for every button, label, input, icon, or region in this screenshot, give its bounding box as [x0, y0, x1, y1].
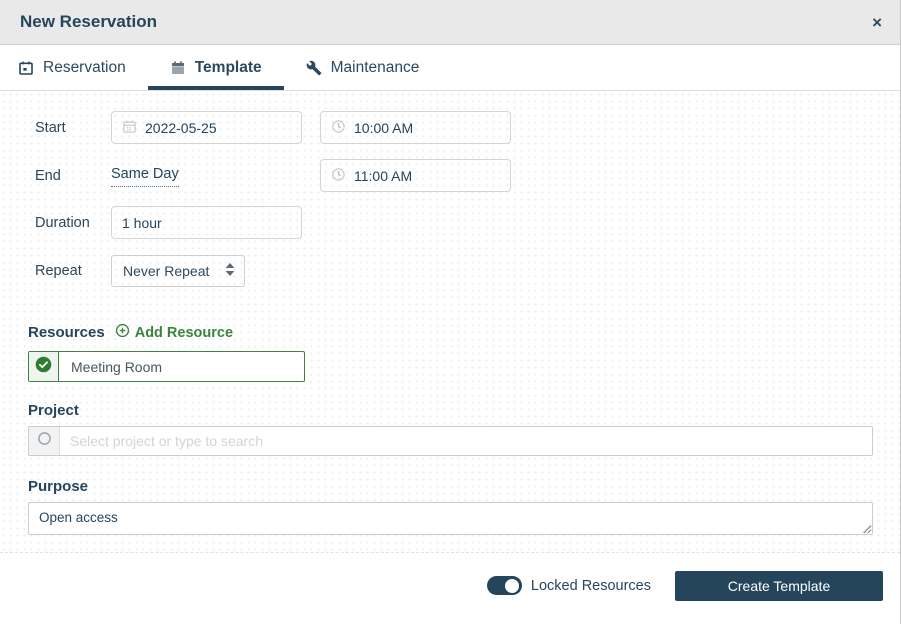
same-day-link[interactable]: Same Day — [111, 164, 179, 187]
resource-item[interactable]: Meeting Room — [28, 351, 305, 382]
add-resource-button[interactable]: Add Resource — [115, 323, 233, 342]
tab-bar: Reservation Template Maintenance — [0, 45, 900, 91]
wrench-icon — [306, 60, 322, 76]
modal-body: Start — [0, 91, 900, 552]
calendar-filled-icon — [170, 60, 186, 76]
end-label: End — [35, 168, 111, 184]
start-time-input[interactable] — [320, 111, 511, 144]
clock-icon — [331, 119, 346, 137]
calendar-outline-icon — [18, 60, 34, 76]
locked-resources-toggle-group[interactable]: Locked Resources — [487, 576, 651, 595]
end-row: End Same Day — [35, 159, 872, 192]
repeat-row: Repeat Never Repeat — [35, 255, 872, 287]
modal-header: New Reservation × — [0, 0, 900, 45]
tab-label: Template — [195, 59, 262, 77]
duration-row: Duration — [35, 206, 872, 239]
select-arrows-icon — [225, 263, 235, 279]
modal-footer: Locked Resources Create Template — [0, 552, 900, 624]
circle-icon — [37, 431, 52, 451]
start-row: Start — [35, 111, 872, 144]
toggle-knob — [503, 577, 521, 595]
close-icon[interactable]: × — [872, 14, 882, 31]
purpose-label: Purpose — [28, 478, 872, 495]
tab-maintenance[interactable]: Maintenance — [284, 45, 442, 90]
start-time-value[interactable] — [354, 120, 500, 136]
repeat-select[interactable]: Never Repeat — [111, 255, 245, 287]
duration-value[interactable] — [122, 215, 291, 231]
calendar-icon — [122, 119, 137, 137]
resource-status-cell[interactable] — [29, 352, 59, 381]
tab-label: Reservation — [43, 59, 126, 77]
locked-resources-toggle[interactable] — [487, 576, 522, 595]
resources-label: Resources — [28, 324, 105, 341]
start-label: Start — [35, 120, 111, 136]
new-reservation-modal: New Reservation × Reservation — [0, 0, 901, 624]
repeat-label: Repeat — [35, 263, 111, 279]
end-time-value[interactable] — [354, 168, 500, 184]
project-label: Project — [28, 402, 872, 419]
start-date-input[interactable] — [111, 111, 302, 144]
modal-title: New Reservation — [20, 12, 157, 32]
tab-label: Maintenance — [331, 59, 420, 77]
project-icon-cell — [29, 427, 60, 455]
end-time-input[interactable] — [320, 159, 511, 192]
project-select-input[interactable] — [28, 426, 873, 456]
locked-resources-label: Locked Resources — [531, 578, 651, 594]
add-resource-label: Add Resource — [135, 325, 233, 341]
resource-name: Meeting Room — [59, 352, 162, 381]
purpose-field-wrap: Open access — [28, 502, 873, 535]
duration-input[interactable] — [111, 206, 302, 239]
purpose-textarea[interactable]: Open access — [28, 502, 873, 535]
clock-icon — [331, 167, 346, 185]
tab-template[interactable]: Template — [148, 45, 284, 90]
repeat-selected-value: Never Repeat — [123, 263, 209, 279]
check-circle-icon — [35, 356, 52, 378]
create-template-button[interactable]: Create Template — [675, 571, 883, 601]
tab-reservation[interactable]: Reservation — [18, 45, 148, 90]
project-search-input[interactable] — [60, 427, 872, 455]
resources-header: Resources Add Resource — [28, 323, 872, 342]
start-date-value[interactable] — [145, 120, 291, 136]
duration-label: Duration — [35, 215, 111, 231]
plus-circle-icon — [115, 323, 130, 342]
